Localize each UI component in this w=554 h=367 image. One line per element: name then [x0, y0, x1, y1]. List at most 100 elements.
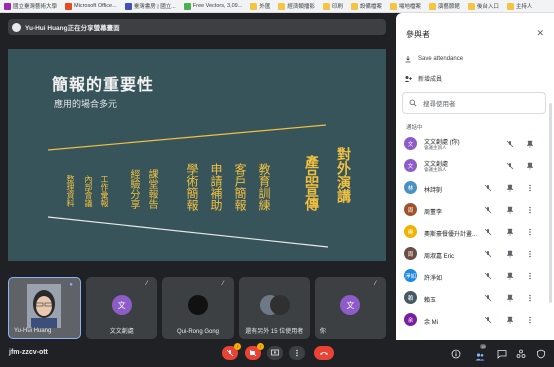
tile-name: 文文創處	[109, 329, 134, 335]
chat-icon[interactable]	[497, 349, 507, 359]
participant-row[interactable]: 林林詩剴	[396, 178, 546, 198]
mic-off-icon[interactable]	[506, 162, 514, 170]
pin-icon[interactable]	[506, 294, 514, 302]
leave-call-button[interactable]	[314, 346, 334, 360]
mic-off-icon[interactable]	[484, 316, 492, 324]
mic-off-icon: ⁄	[375, 281, 377, 287]
people-icon	[475, 353, 485, 361]
bookmark-label: 印刷	[331, 4, 343, 10]
more-options-button[interactable]	[289, 346, 305, 360]
folder-icon	[506, 2, 514, 10]
bookmark-item[interactable]: 設備檔案	[347, 2, 386, 10]
warning-badge: !	[234, 343, 241, 350]
participant-row[interactable]: 淨如 許淨如	[396, 266, 546, 286]
info-icon[interactable]	[451, 349, 461, 359]
slide-term-mid-4: 學術簡報	[185, 163, 199, 211]
bookmark-label: 主持人	[515, 4, 533, 10]
slide-title: 簡報的重要性	[52, 77, 155, 94]
bookmark-item[interactable]: 主持人	[503, 2, 537, 10]
mic-off-icon[interactable]	[484, 184, 492, 192]
tile-yu-hui-huang[interactable]: ● Yu-Hui Huang	[8, 277, 82, 339]
camera-toggle-button[interactable]: !	[245, 343, 264, 360]
bookmark-label: 臺灣書房 | 國立...	[133, 4, 176, 10]
folder-icon	[467, 2, 475, 10]
more-vert-icon[interactable]	[526, 294, 534, 302]
participant-row[interactable]: 周周淑嘉 Eric	[396, 244, 546, 264]
mic-off-icon[interactable]	[484, 206, 492, 214]
participant-name: 奧斯豪餐優升計畫...	[424, 232, 478, 238]
avatar: 周	[404, 247, 417, 260]
pin-icon[interactable]	[506, 272, 514, 280]
panel-title: 參與者	[406, 30, 430, 39]
favicon-icon	[124, 2, 132, 10]
panel-scrollbar[interactable]	[549, 103, 552, 303]
more-vert-icon[interactable]	[526, 272, 534, 280]
add-people-button[interactable]: 新增成員	[404, 74, 442, 83]
bookmark-item[interactable]: 場地檔案	[386, 2, 425, 10]
search-input[interactable]: 搜尋使用者	[402, 92, 546, 114]
bookmark-item[interactable]: 臺灣書房 | 國立...	[121, 2, 180, 10]
pin-icon[interactable]	[506, 228, 514, 236]
meeting-code: jfm-zzcv-ott	[9, 349, 48, 356]
present-button[interactable]	[267, 346, 283, 360]
participant-tiles: ● Yu-Hui Huang 文 ⁄ 文文創處 ⁄ Qui-Rong Gong …	[8, 277, 387, 339]
bookmark-item[interactable]: Free Vectors, 3,09...	[180, 2, 247, 10]
present-screen-icon	[271, 349, 279, 356]
more-vert-icon[interactable]	[526, 250, 534, 258]
video-feed-icon	[27, 284, 61, 328]
tile-more-users[interactable]: 還有另外 15 位使用者	[238, 277, 310, 339]
host-controls-icon[interactable]	[536, 349, 546, 359]
bookmark-item[interactable]: Microsoft Office...	[61, 2, 121, 10]
participant-row[interactable]: 文文文創處 會議主辦人	[396, 156, 546, 176]
activities-icon[interactable]	[516, 349, 526, 359]
presenting-banner: Yu-Hui Huang正在分享螢幕畫面	[8, 19, 386, 35]
mic-off-icon[interactable]	[484, 228, 492, 236]
pin-icon[interactable]	[526, 162, 534, 170]
bookmark-label: 設備檔案	[359, 4, 382, 10]
bookmark-item[interactable]: 印刷	[319, 2, 347, 10]
save-attendance-button[interactable]: Save attendance	[404, 55, 463, 63]
pin-icon[interactable]	[506, 206, 514, 214]
bookmark-item[interactable]: 演藝節館	[425, 2, 464, 10]
more-vert-icon[interactable]	[526, 184, 534, 192]
bookmark-item[interactable]: 經濟類播影	[274, 2, 319, 10]
bookmark-label: Free Vectors, 3,09...	[192, 3, 243, 9]
tile-name: Qui-Rong Gong	[176, 329, 220, 335]
bookmark-item[interactable]: 後台入口	[464, 2, 503, 10]
bookmark-item[interactable]: 外匯	[246, 2, 274, 10]
bookmark-item[interactable]: 國立臺灣藝術大學	[0, 2, 61, 10]
close-icon[interactable]: ✕	[536, 28, 544, 39]
mic-off-icon[interactable]	[506, 140, 514, 148]
pin-icon[interactable]	[506, 250, 514, 258]
avatar: 賴	[404, 291, 417, 304]
folder-icon	[389, 2, 397, 10]
avatar: 余	[404, 313, 417, 326]
tile-wenwen[interactable]: 文 ⁄ 文文創處	[86, 277, 158, 339]
tile-qui-rong-gong[interactable]: ⁄ Qui-Rong Gong	[162, 277, 234, 339]
pin-icon[interactable]	[526, 140, 534, 148]
mic-off-icon[interactable]	[484, 250, 492, 258]
mic-toggle-button[interactable]: !	[222, 343, 241, 360]
tile-you[interactable]: 文 ⁄ 你	[314, 277, 387, 339]
bookmark-label: Microsoft Office...	[74, 3, 117, 9]
more-vert-icon[interactable]	[526, 228, 534, 236]
pin-icon[interactable]	[506, 184, 514, 192]
participant-row[interactable]: 奧奧斯豪餐優升計畫...	[396, 222, 546, 242]
participant-row[interactable]: 賴賴玉	[396, 288, 546, 308]
participant-row[interactable]: 余余 Mi	[396, 310, 546, 330]
participants-button[interactable]: 19	[475, 344, 487, 361]
slide-term-small-3: 工作彙報	[100, 175, 109, 207]
participants-panel: 參與者 ✕ Save attendance 新增成員 搜尋使用者 通話中 文文文…	[396, 13, 554, 340]
mic-off-icon[interactable]	[484, 272, 492, 280]
more-vert-icon[interactable]	[526, 316, 534, 324]
bookmark-label: 演藝節館	[437, 4, 460, 10]
mic-off-icon[interactable]	[484, 294, 492, 302]
slide-term-mid-2: 客戶簡報	[233, 163, 247, 211]
more-vert-icon[interactable]	[526, 206, 534, 214]
participant-row[interactable]: 周周董李	[396, 200, 546, 220]
pin-icon[interactable]	[506, 316, 514, 324]
slide-term-small-1: 課堂報告	[146, 169, 157, 209]
participant-row[interactable]: 文文文創處 (你) 會議主辦人	[396, 134, 546, 154]
tile-name: 還有另外 15 位使用者	[245, 329, 304, 335]
participant-name: 許淨如	[424, 276, 443, 282]
